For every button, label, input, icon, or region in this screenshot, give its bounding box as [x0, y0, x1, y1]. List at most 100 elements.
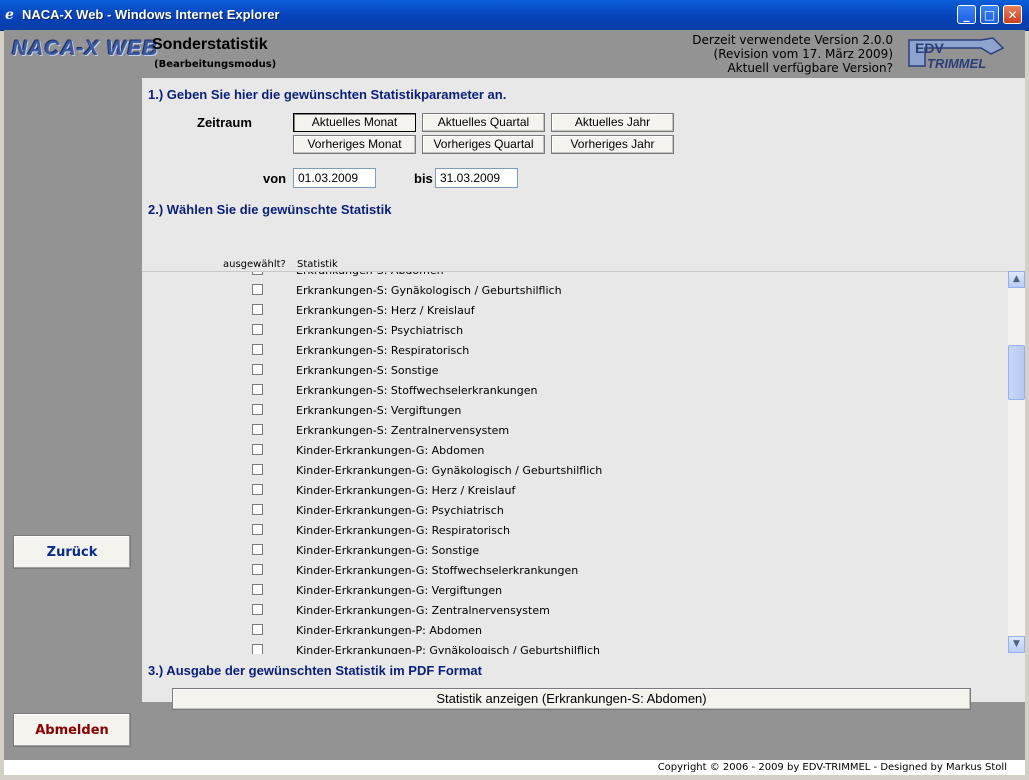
statistik-label: Kinder-Erkrankungen-P: Gynäkologisch / G…	[296, 644, 600, 654]
statistik-label: Kinder-Erkrankungen-G: Herz / Kreislauf	[296, 484, 516, 497]
statistik-label: Kinder-Erkrankungen-G: Abdomen	[296, 444, 485, 457]
maximize-button[interactable]: □	[980, 5, 999, 24]
copyright-text: Copyright © 2006 - 2009 by EDV-TRIMMEL -…	[657, 762, 1007, 773]
page-title: Sonderstatistik	[152, 36, 268, 53]
list-item[interactable]: Kinder-Erkrankungen-G: Psychiatrisch	[142, 500, 1007, 520]
list-item[interactable]: Erkrankungen-S: Gynäkologisch / Geburtsh…	[142, 280, 1007, 300]
minimize-button[interactable]: _	[957, 5, 976, 24]
statistik-label: Kinder-Erkrankungen-G: Sonstige	[296, 544, 480, 557]
version-current: Derzeit verwendete Version 2.0.0	[692, 33, 893, 47]
logout-button[interactable]: Abmelden	[13, 713, 131, 747]
window-title: NACA-X Web - Windows Internet Explorer	[22, 7, 280, 22]
statistik-checkbox[interactable]	[252, 544, 263, 555]
zeitraum-label: Zeitraum	[197, 115, 252, 130]
footer: Copyright © 2006 - 2009 by EDV-TRIMMEL -…	[4, 760, 1025, 775]
list-item[interactable]: Kinder-Erkrankungen-G: Zentralnervensyst…	[142, 600, 1007, 620]
list-item[interactable]: Erkrankungen-S: Respiratorisch	[142, 340, 1007, 360]
statistik-checkbox[interactable]	[252, 644, 263, 654]
statistik-label: Kinder-Erkrankungen-G: Vergiftungen	[296, 584, 503, 597]
statistik-label: Kinder-Erkrankungen-G: Zentralnervensyst…	[296, 604, 550, 617]
statistik-label: Erkrankungen-S: Herz / Kreislauf	[296, 304, 475, 317]
statistik-label: Erkrankungen-S: Vergiftungen	[296, 404, 462, 417]
edv-logo-text: EDV	[915, 40, 944, 56]
scroll-up-arrow-icon[interactable]: ▲	[1008, 271, 1025, 288]
period-button-current-month[interactable]: Aktuelles Monat	[293, 113, 416, 132]
show-statistik-button[interactable]: Statistik anzeigen (Erkrankungen-S: Abdo…	[172, 688, 971, 710]
von-label: von	[263, 171, 287, 186]
statistik-checkbox[interactable]	[252, 484, 263, 495]
statistik-label: Erkrankungen-S: Zentralnervensystem	[296, 424, 510, 437]
list-item[interactable]: Kinder-Erkrankungen-G: Respiratorisch	[142, 520, 1007, 540]
statistik-checkbox[interactable]	[252, 424, 263, 435]
scroll-thumb[interactable]	[1008, 345, 1025, 400]
statistik-list-items: ✓ Erkrankungen-S: Abdomen Erkrankungen-S: …	[142, 272, 1007, 654]
close-button[interactable]: ✕	[1003, 5, 1022, 24]
statistik-checkbox[interactable]	[252, 284, 263, 295]
statistik-checkbox[interactable]	[252, 444, 263, 455]
period-button-previous-quarter[interactable]: Vorheriges Quartal	[422, 135, 545, 154]
statistik-label: Kinder-Erkrankungen-G: Stoffwechselerkra…	[296, 564, 579, 577]
statistik-checkbox[interactable]	[252, 584, 263, 595]
date-to-input[interactable]: 31.03.2009	[435, 168, 518, 188]
column-header-statistik: Statistik	[297, 259, 338, 270]
statistik-checkbox[interactable]	[252, 364, 263, 375]
period-button-previous-year[interactable]: Vorheriges Jahr	[551, 135, 674, 154]
step2-heading: 2.) Wählen Sie die gewünschte Statistik	[148, 202, 392, 217]
list-scrollbar[interactable]: ▲ ▼	[1008, 271, 1025, 653]
statistik-label: Kinder-Erkrankungen-P: Abdomen	[296, 624, 483, 637]
list-item[interactable]: Kinder-Erkrankungen-P: Gynäkologisch / G…	[142, 640, 1007, 654]
statistik-label: Erkrankungen-S: Psychiatrisch	[296, 324, 464, 337]
list-item[interactable]: ✓ Erkrankungen-S: Abdomen	[142, 272, 1007, 280]
scroll-down-arrow-icon[interactable]: ▼	[1008, 636, 1025, 653]
main-content: 1.) Geben Sie hier die gewünschten Stati…	[142, 78, 1025, 710]
statistik-checkbox[interactable]	[252, 624, 263, 635]
statistik-label: Erkrankungen-S: Respiratorisch	[296, 344, 470, 357]
list-item[interactable]: Erkrankungen-S: Herz / Kreislauf	[142, 300, 1007, 320]
statistik-checkbox[interactable]	[252, 564, 263, 575]
list-item[interactable]: Erkrankungen-S: Psychiatrisch	[142, 320, 1007, 340]
step3-heading: 3.) Ausgabe der gewünschten Statistik im…	[148, 663, 482, 678]
page-header: NACA-X WEB Sonderstatistik (Bearbeitungs…	[4, 30, 1025, 78]
statistik-label: Erkrankungen-S: Sonstige	[296, 364, 439, 377]
statistik-checkbox[interactable]: ✓	[252, 272, 263, 275]
list-item[interactable]: Kinder-Erkrankungen-G: Gynäkologisch / G…	[142, 460, 1007, 480]
statistik-checkbox[interactable]	[252, 384, 263, 395]
list-item[interactable]: Kinder-Erkrankungen-P: Abdomen	[142, 620, 1007, 640]
list-item[interactable]: Kinder-Erkrankungen-G: Sonstige	[142, 540, 1007, 560]
list-item[interactable]: Kinder-Erkrankungen-G: Herz / Kreislauf	[142, 480, 1007, 500]
step1-heading: 1.) Geben Sie hier die gewünschten Stati…	[148, 87, 507, 102]
list-item[interactable]: Erkrankungen-S: Stoffwechselerkrankungen	[142, 380, 1007, 400]
statistik-checkbox[interactable]	[252, 464, 263, 475]
back-button[interactable]: Zurück	[13, 535, 131, 569]
column-header-selected: ausgewählt?	[223, 259, 286, 270]
title-bar: e NACA-X Web - Windows Internet Explorer…	[0, 0, 1029, 31]
statistik-checkbox[interactable]	[252, 504, 263, 515]
period-button-current-year[interactable]: Aktuelles Jahr	[551, 113, 674, 132]
statistik-checkbox[interactable]	[252, 344, 263, 355]
date-from-input[interactable]: 01.03.2009	[293, 168, 376, 188]
statistik-list: ✓ Erkrankungen-S: Abdomen Erkrankungen-S: …	[142, 271, 1025, 654]
list-item[interactable]: Erkrankungen-S: Sonstige	[142, 360, 1007, 380]
list-item[interactable]: Erkrankungen-S: Zentralnervensystem	[142, 420, 1007, 440]
list-item[interactable]: Kinder-Erkrankungen-G: Vergiftungen	[142, 580, 1007, 600]
bis-label: bis	[414, 171, 433, 186]
statistik-checkbox[interactable]	[252, 404, 263, 415]
version-available-link[interactable]: Aktuell verfügbare Version?	[692, 61, 893, 75]
naca-x-web-logo: NACA-X WEB	[12, 37, 159, 60]
period-button-previous-month[interactable]: Vorheriges Monat	[293, 135, 416, 154]
list-item[interactable]: Kinder-Erkrankungen-G: Abdomen	[142, 440, 1007, 460]
edv-logo-sub: TRIMMEL	[927, 56, 986, 71]
statistik-checkbox[interactable]	[252, 304, 263, 315]
statistik-label: Erkrankungen-S: Abdomen	[296, 272, 444, 277]
statistik-checkbox[interactable]	[252, 324, 263, 335]
statistik-label: Erkrankungen-S: Stoffwechselerkrankungen	[296, 384, 538, 397]
list-item[interactable]: Erkrankungen-S: Vergiftungen	[142, 400, 1007, 420]
ie-icon: e	[5, 7, 14, 23]
list-item[interactable]: Kinder-Erkrankungen-G: Stoffwechselerkra…	[142, 560, 1007, 580]
statistik-label: Kinder-Erkrankungen-G: Psychiatrisch	[296, 504, 504, 517]
period-button-current-quarter[interactable]: Aktuelles Quartal	[422, 113, 545, 132]
statistik-checkbox[interactable]	[252, 604, 263, 615]
statistik-checkbox[interactable]	[252, 524, 263, 535]
page-subtitle: (Bearbeitungsmodus)	[154, 59, 277, 70]
version-revision: (Revision vom 17. März 2009)	[713, 47, 893, 61]
